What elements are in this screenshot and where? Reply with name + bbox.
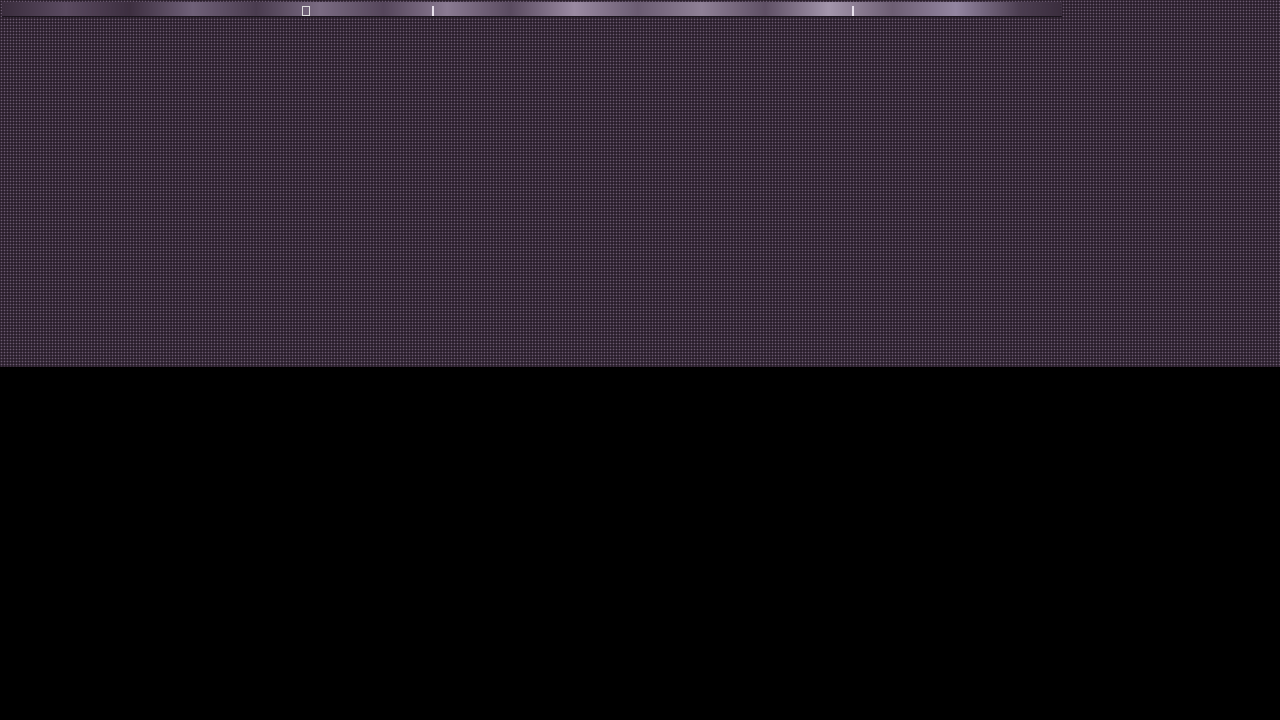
top-image-strip: [2, 2, 1062, 17]
viewport: [0, 0, 1280, 720]
strip-artifact-line: [432, 6, 434, 16]
strip-artifact-icon: [302, 6, 310, 16]
strip-artifact-line: [852, 6, 854, 16]
dotted-backdrop: [0, 0, 1280, 367]
blank-area: [0, 367, 1280, 720]
